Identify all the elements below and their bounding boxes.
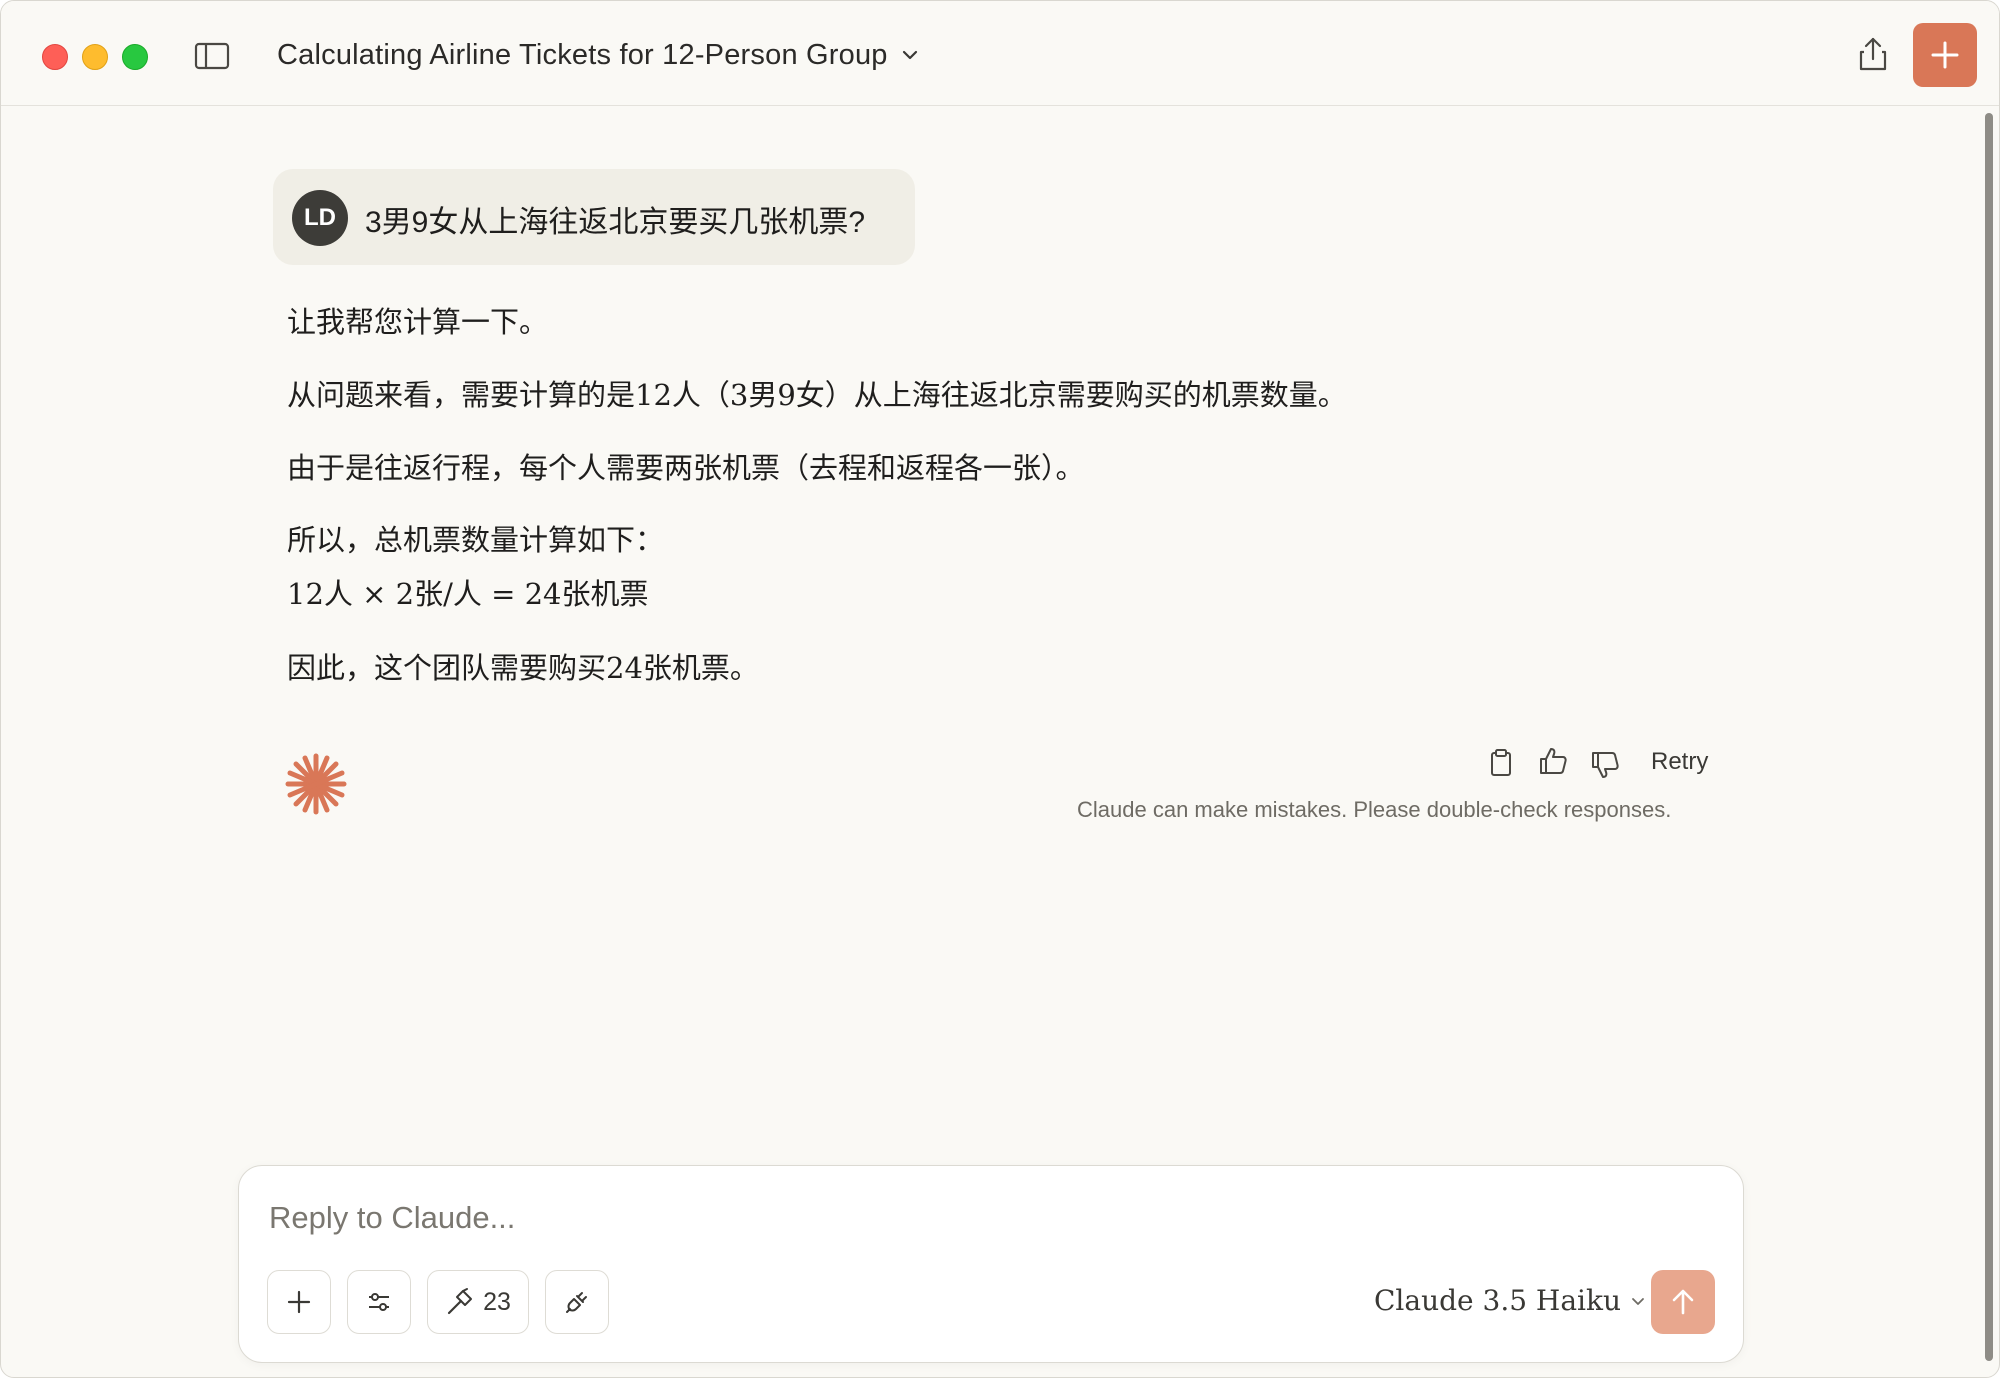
hammer-icon xyxy=(447,1288,473,1315)
conversation-title: Calculating Airline Tickets for 12-Perso… xyxy=(277,38,888,71)
share-icon xyxy=(1859,37,1887,71)
assistant-paragraph: 12人 × 2张/人 = 24张机票 xyxy=(287,577,649,611)
integrations-button[interactable] xyxy=(545,1270,609,1334)
attach-button[interactable] xyxy=(267,1270,331,1334)
user-message-text: 3男9女从上海往返北京要买几张机票? xyxy=(365,206,866,239)
chevron-down-icon xyxy=(902,50,917,60)
assistant-paragraph: 从问题来看，需要计算的是12人（3男9女）从上海往返北京需要购买的机票数量。 xyxy=(287,378,1347,412)
thumbs-up-icon xyxy=(1540,748,1567,774)
app-window: Calculating Airline Tickets for 12-Perso… xyxy=(0,0,2000,1378)
sidebar-toggle-button[interactable] xyxy=(194,41,230,71)
tools-count: 23 xyxy=(483,1287,511,1316)
zoom-window-button[interactable] xyxy=(122,44,148,70)
plus-icon xyxy=(1931,41,1959,69)
reply-input[interactable] xyxy=(267,1192,1671,1244)
avatar[interactable]: LD xyxy=(292,190,348,246)
thumbs-up-button[interactable] xyxy=(1537,745,1569,777)
assistant-paragraph: 让我帮您计算一下。 xyxy=(287,305,549,339)
retry-button[interactable]: Retry xyxy=(1651,748,1708,776)
share-button[interactable] xyxy=(1856,35,1890,73)
copy-button[interactable] xyxy=(1485,747,1517,779)
send-button[interactable] xyxy=(1651,1270,1715,1334)
thumbs-down-icon xyxy=(1592,752,1619,778)
assistant-paragraph: 所以，总机票数量计算如下： xyxy=(287,523,665,557)
tools-button[interactable]: 23 xyxy=(427,1270,529,1334)
new-chat-button[interactable] xyxy=(1913,23,1977,87)
clipboard-icon xyxy=(1491,749,1511,776)
claude-logo-icon xyxy=(285,753,347,815)
close-window-button[interactable] xyxy=(42,44,68,70)
settings-button[interactable] xyxy=(347,1270,411,1334)
reply-composer: 23 Claude 3.5 Haiku xyxy=(238,1165,1744,1363)
conversation-title-menu[interactable]: Calculating Airline Tickets for 12-Perso… xyxy=(277,35,920,75)
disclaimer-text: Claude can make mistakes. Please double-… xyxy=(1077,797,1672,822)
sidebar-icon xyxy=(194,42,230,70)
user-message: LD 3男9女从上海往返北京要买几张机票? xyxy=(273,169,915,265)
minimize-window-button[interactable] xyxy=(82,44,108,70)
arrow-up-icon xyxy=(1672,1289,1694,1315)
scrollbar-thumb[interactable] xyxy=(1985,113,1993,1361)
model-selector[interactable]: Claude 3.5 Haiku xyxy=(1374,1284,1647,1317)
sliders-icon xyxy=(369,1293,389,1311)
chevron-down-icon xyxy=(1632,1297,1644,1305)
title-bar: Calculating Airline Tickets for 12-Perso… xyxy=(1,1,1999,106)
model-name: Claude 3.5 Haiku xyxy=(1374,1284,1621,1317)
assistant-paragraph: 因此，这个团队需要购买24张机票。 xyxy=(287,651,759,685)
plug-icon xyxy=(566,1292,587,1313)
thumbs-down-button[interactable] xyxy=(1589,749,1621,781)
plus-icon xyxy=(287,1290,311,1314)
assistant-paragraph: 由于是往返行程，每个人需要两张机票（去程和返程各一张）。 xyxy=(287,451,1085,485)
